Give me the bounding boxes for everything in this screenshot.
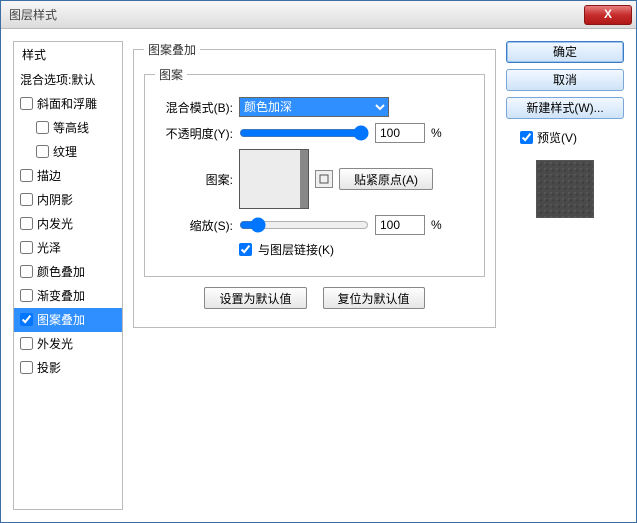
style-item-label: 内阴影 — [37, 191, 73, 208]
pattern-row: 图案: 贴紧原点(A) — [155, 149, 474, 209]
style-item[interactable]: 渐变叠加 — [14, 284, 122, 308]
style-item-label: 图案叠加 — [37, 311, 85, 328]
new-style-button[interactable]: 新建样式(W)... — [506, 97, 624, 119]
style-item-label: 斜面和浮雕 — [37, 95, 97, 112]
group-title: 图案叠加 — [144, 41, 200, 58]
reset-default-button[interactable]: 复位为默认值 — [323, 287, 425, 309]
style-item-label: 内发光 — [37, 215, 73, 232]
ok-button[interactable]: 确定 — [506, 41, 624, 63]
blend-options-default[interactable]: 混合选项:默认 — [14, 68, 122, 92]
style-item-checkbox[interactable] — [20, 265, 33, 278]
style-item-checkbox[interactable] — [20, 313, 33, 326]
titlebar[interactable]: 图层样式 X — [1, 1, 636, 29]
style-item[interactable]: 外发光 — [14, 332, 122, 356]
link-with-layer-label: 与图层链接(K) — [258, 241, 334, 258]
style-item-label: 渐变叠加 — [37, 287, 85, 304]
styles-list: 样式 混合选项:默认 斜面和浮雕等高线纹理描边内阴影内发光光泽颜色叠加渐变叠加图… — [13, 41, 123, 510]
pattern-swatch[interactable] — [239, 149, 309, 209]
style-item[interactable]: 等高线 — [14, 116, 122, 140]
new-doc-icon — [319, 174, 329, 184]
default-buttons-row: 设置为默认值 复位为默认值 — [144, 287, 485, 309]
blend-options-label: 混合选项:默认 — [20, 71, 95, 88]
snap-origin-button[interactable]: 贴紧原点(A) — [339, 168, 433, 190]
layer-style-dialog: 图层样式 X 样式 混合选项:默认 斜面和浮雕等高线纹理描边内阴影内发光光泽颜色… — [0, 0, 637, 523]
scale-row: 缩放(S): % — [155, 215, 474, 235]
preview-row: 预览(V) — [506, 129, 624, 146]
blend-mode-row: 混合模式(B): 颜色加深 — [155, 97, 474, 117]
content-area: 样式 混合选项:默认 斜面和浮雕等高线纹理描边内阴影内发光光泽颜色叠加渐变叠加图… — [1, 29, 636, 522]
create-pattern-button[interactable] — [315, 170, 333, 188]
style-item[interactable]: 描边 — [14, 164, 122, 188]
style-item-checkbox[interactable] — [20, 193, 33, 206]
style-item-label: 等高线 — [53, 119, 89, 136]
style-item-label: 外发光 — [37, 335, 73, 352]
style-item-checkbox[interactable] — [20, 337, 33, 350]
style-item[interactable]: 内阴影 — [14, 188, 122, 212]
style-item-checkbox[interactable] — [20, 97, 33, 110]
style-item-checkbox[interactable] — [20, 217, 33, 230]
settings-panel: 图案叠加 图案 混合模式(B): 颜色加深 不透明度(Y): % — [133, 41, 496, 510]
style-item[interactable]: 投影 — [14, 356, 122, 380]
style-item[interactable]: 斜面和浮雕 — [14, 92, 122, 116]
link-row: 与图层链接(K) — [155, 241, 474, 258]
window-title: 图层样式 — [1, 6, 57, 23]
style-item-checkbox[interactable] — [20, 169, 33, 182]
scale-input[interactable] — [375, 215, 425, 235]
style-item-label: 光泽 — [37, 239, 61, 256]
right-buttons: 确定 取消 新建样式(W)... 预览(V) — [506, 41, 624, 510]
style-item-label: 描边 — [37, 167, 61, 184]
opacity-input[interactable] — [375, 123, 425, 143]
make-default-button[interactable]: 设置为默认值 — [204, 287, 306, 309]
style-item[interactable]: 纹理 — [14, 140, 122, 164]
style-item[interactable]: 内发光 — [14, 212, 122, 236]
cancel-button[interactable]: 取消 — [506, 69, 624, 91]
opacity-row: 不透明度(Y): % — [155, 123, 474, 143]
style-item-label: 颜色叠加 — [37, 263, 85, 280]
blend-mode-select[interactable]: 颜色加深 — [239, 97, 389, 117]
preview-label: 预览(V) — [537, 129, 577, 146]
pattern-overlay-group: 图案叠加 图案 混合模式(B): 颜色加深 不透明度(Y): % — [133, 41, 496, 328]
preview-checkbox[interactable] — [520, 131, 533, 144]
opacity-percent: % — [431, 126, 442, 140]
pattern-subgroup-title: 图案 — [155, 66, 187, 83]
style-item-label: 投影 — [37, 359, 61, 376]
link-with-layer-checkbox[interactable] — [239, 243, 252, 256]
blend-mode-label: 混合模式(B): — [155, 99, 233, 116]
style-item-checkbox[interactable] — [20, 241, 33, 254]
style-item[interactable]: 图案叠加 — [14, 308, 122, 332]
style-item-checkbox[interactable] — [20, 361, 33, 374]
pattern-label: 图案: — [155, 171, 233, 188]
opacity-slider[interactable] — [239, 125, 369, 141]
scale-slider[interactable] — [239, 217, 369, 233]
scale-percent: % — [431, 218, 442, 232]
style-item-checkbox[interactable] — [20, 289, 33, 302]
style-item[interactable]: 颜色叠加 — [14, 260, 122, 284]
close-button[interactable]: X — [584, 5, 632, 25]
style-item-label: 纹理 — [53, 143, 77, 160]
style-item[interactable]: 光泽 — [14, 236, 122, 260]
preview-thumbnail — [536, 160, 594, 218]
style-item-checkbox[interactable] — [36, 145, 49, 158]
pattern-subgroup: 图案 混合模式(B): 颜色加深 不透明度(Y): % — [144, 66, 485, 277]
scale-label: 缩放(S): — [155, 217, 233, 234]
opacity-label: 不透明度(Y): — [155, 125, 233, 142]
style-item-checkbox[interactable] — [36, 121, 49, 134]
styles-header[interactable]: 样式 — [14, 42, 122, 68]
